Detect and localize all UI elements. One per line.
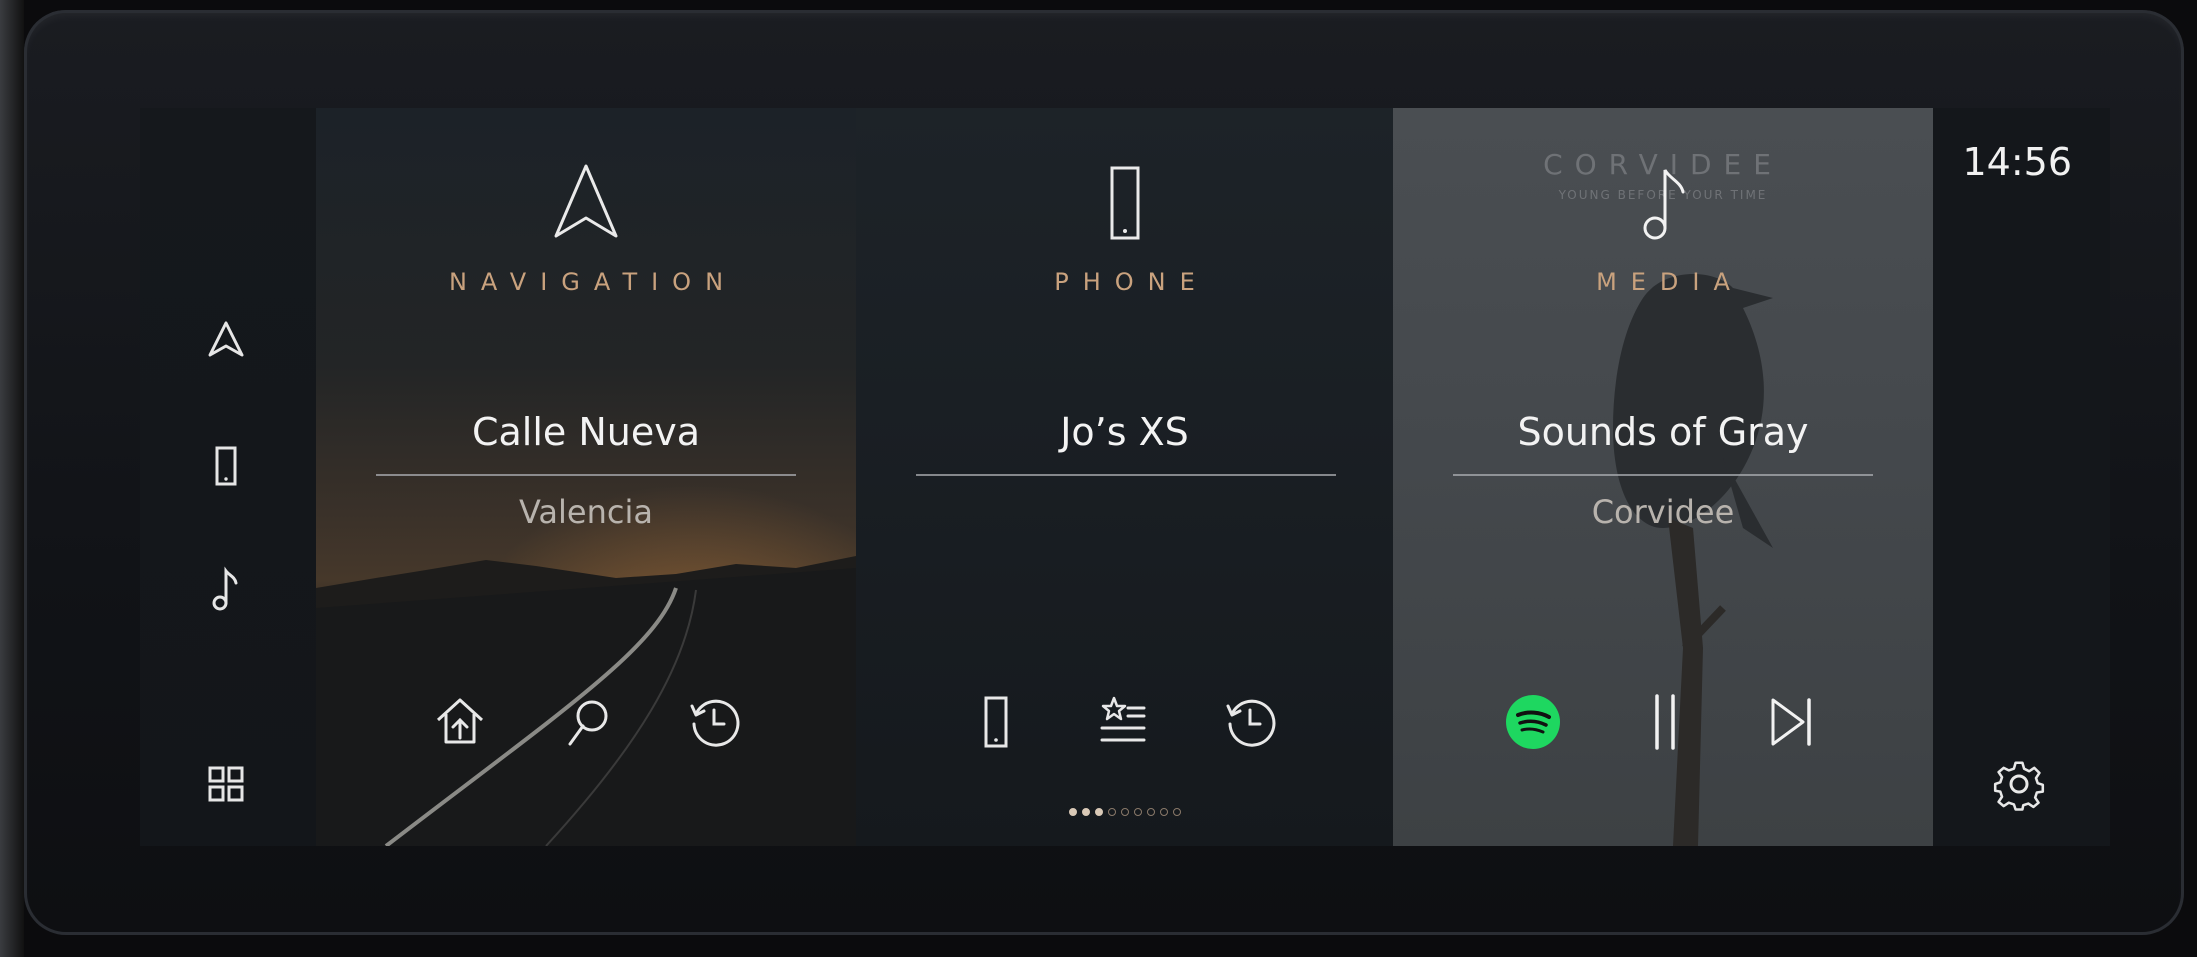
navigation-city: Valencia (519, 493, 653, 531)
page-dot[interactable] (1172, 808, 1181, 816)
divider (916, 474, 1336, 476)
pause-icon (1655, 694, 1675, 750)
phone-icon (215, 446, 237, 486)
right-status-column: 14:56 (1933, 108, 2110, 846)
page-dot[interactable] (1120, 808, 1129, 816)
phone-title: PHONE (1054, 268, 1209, 296)
media-track-title: Sounds of Gray (1517, 410, 1809, 454)
page-dot[interactable] (1107, 808, 1116, 816)
phone-device-name: Jo’s XS (1060, 410, 1189, 454)
settings-button[interactable] (1988, 753, 2050, 815)
page-dot[interactable] (1094, 808, 1103, 816)
rail-navigation-button[interactable] (198, 313, 254, 369)
favourites-icon (1100, 696, 1146, 742)
home-button[interactable] (428, 690, 492, 754)
page-dot[interactable] (1159, 808, 1168, 816)
navigation-title: NAVIGATION (448, 268, 738, 296)
apps-grid-icon (208, 766, 244, 802)
search-button[interactable] (556, 690, 620, 754)
favourites-button[interactable] (1092, 690, 1156, 754)
recent-icon (690, 699, 740, 747)
phone-icon (1110, 166, 1139, 240)
page-dot[interactable] (1146, 808, 1155, 816)
music-note-icon (1643, 169, 1685, 240)
pagination-dots[interactable] (1068, 808, 1181, 816)
phone-icon (984, 696, 1008, 748)
pause-button[interactable] (1633, 690, 1697, 754)
navigation-destination: Calle Nueva (471, 410, 701, 454)
divider (1453, 474, 1873, 476)
phone-panel[interactable]: PHONE Jo’s XS (856, 108, 1393, 846)
page-dot[interactable] (1068, 808, 1077, 816)
page-dot[interactable] (1133, 808, 1142, 816)
recent-button[interactable] (682, 690, 746, 754)
media-artist: Corvidee (1591, 493, 1735, 531)
skip-next-button[interactable] (1759, 690, 1823, 754)
divider (376, 474, 796, 476)
recent-calls-button[interactable] (1218, 690, 1282, 754)
left-rail (140, 108, 316, 846)
gear-icon (1993, 761, 2045, 811)
rail-phone-button[interactable] (198, 438, 254, 494)
side-edge (0, 0, 24, 957)
navigation-panel[interactable]: NAVIGATION Calle Nueva Valencia (316, 108, 856, 846)
skip-next-icon (1771, 698, 1811, 746)
spotify-icon (1506, 695, 1560, 749)
media-title: MEDIA (1596, 268, 1744, 296)
rail-apps-button[interactable] (198, 756, 254, 812)
spotify-button[interactable] (1501, 690, 1565, 754)
navigation-actions (316, 690, 856, 770)
page-dot[interactable] (1081, 808, 1090, 816)
infotainment-screen: NAVIGATION Calle Nueva Valencia PHONE Jo… (140, 108, 2110, 846)
search-icon (568, 700, 608, 746)
media-panel[interactable]: CORVIDEE YOUNG BEFORE YOUR TIME MEDIA So… (1393, 108, 1933, 846)
navigation-arrow-icon (554, 164, 618, 238)
clock: 14:56 (1962, 140, 2072, 184)
home-icon (436, 698, 484, 744)
recent-icon (1226, 699, 1276, 747)
media-actions (1393, 690, 1933, 770)
phone-contacts-button[interactable] (964, 690, 1028, 754)
phone-actions (856, 690, 1393, 770)
music-note-icon (212, 566, 238, 611)
rail-media-button[interactable] (198, 561, 254, 617)
navigation-arrow-icon (208, 321, 244, 357)
road-image (316, 568, 856, 846)
